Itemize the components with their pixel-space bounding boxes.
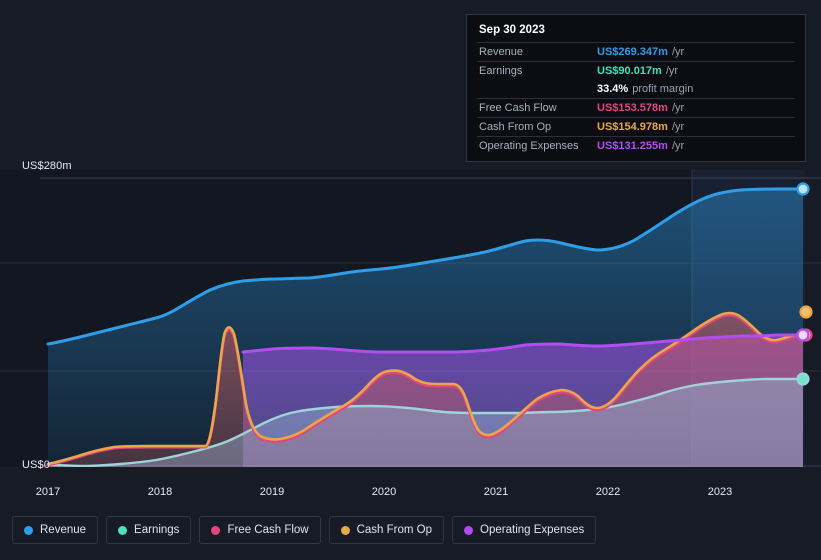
x-tick-2021: 2021 — [483, 486, 509, 498]
cash-from-op-endpoint-marker — [799, 305, 813, 319]
tooltip-label-operating-expenses: Operating Expenses — [479, 140, 579, 152]
tooltip-label-free-cash-flow: Free Cash Flow — [479, 102, 557, 114]
legend-label-free-cash-flow: Free Cash Flow — [227, 524, 309, 536]
operating-expenses-endpoint-marker — [796, 328, 810, 342]
tooltip-value-revenue: US$269.347m — [597, 46, 668, 58]
x-tick-2017: 2017 — [35, 486, 61, 498]
financial-chart-widget: US$280m US$0 2017 2018 2019 2020 2021 20… — [0, 0, 821, 560]
tooltip-unit-revenue: /yr — [671, 46, 685, 58]
operating-expenses-color-dot-icon — [464, 525, 474, 535]
x-tick-2018: 2018 — [147, 486, 173, 498]
legend-label-cash-from-op: Cash From Op — [356, 524, 433, 536]
x-tick-2019: 2019 — [259, 486, 285, 498]
tooltip-row-earnings: Earnings US$90.017m /yr — [477, 61, 795, 80]
legend-item-revenue[interactable]: Revenue — [12, 516, 99, 544]
tooltip-label-revenue: Revenue — [479, 46, 524, 58]
legend-item-operating-expenses[interactable]: Operating Expenses — [452, 516, 597, 544]
legend-item-cash-from-op[interactable]: Cash From Op — [328, 516, 445, 544]
chart-tooltip: Sep 30 2023 Revenue US$269.347m /yr Earn… — [466, 14, 806, 162]
legend-label-earnings: Earnings — [134, 524, 180, 536]
legend-label-revenue: Revenue — [40, 524, 87, 536]
legend-label-operating-expenses: Operating Expenses — [480, 524, 585, 536]
tooltip-date: Sep 30 2023 — [479, 24, 545, 36]
tooltip-value-cash-from-op: US$154.978m — [597, 121, 668, 133]
tooltip-label-cash-from-op: Cash From Op — [479, 121, 552, 133]
legend-item-free-cash-flow[interactable]: Free Cash Flow — [199, 516, 321, 544]
cash-from-op-color-dot-icon — [340, 525, 350, 535]
tooltip-row-profit-margin: 33.4% profit margin — [477, 80, 795, 98]
free-cash-flow-color-dot-icon — [211, 525, 221, 535]
earnings-color-dot-icon — [118, 525, 128, 535]
tooltip-value-free-cash-flow: US$153.578m — [597, 102, 668, 114]
tooltip-value-earnings: US$90.017m — [597, 65, 662, 77]
revenue-endpoint-marker — [796, 182, 810, 196]
y-axis-zero-label: US$0 — [22, 459, 50, 471]
tooltip-row-free-cash-flow: Free Cash Flow US$153.578m /yr — [477, 98, 795, 117]
revenue-color-dot-icon — [24, 525, 33, 535]
tooltip-unit-cash-from-op: /yr — [671, 121, 685, 133]
x-tick-2023: 2023 — [707, 486, 733, 498]
tooltip-label-earnings: Earnings — [479, 65, 523, 77]
chart-legend: Revenue Earnings Free Cash Flow Cash Fro… — [12, 516, 597, 544]
x-tick-2020: 2020 — [371, 486, 397, 498]
y-axis-top-label: US$280m — [22, 160, 72, 172]
tooltip-unit-operating-expenses: /yr — [671, 140, 685, 152]
earnings-endpoint-marker — [796, 372, 810, 386]
tooltip-row-revenue: Revenue US$269.347m /yr — [477, 42, 795, 61]
tooltip-value-operating-expenses: US$131.255m — [597, 140, 668, 152]
x-tick-2022: 2022 — [595, 486, 621, 498]
tooltip-caption-profit-margin: profit margin — [632, 83, 694, 95]
tooltip-unit-earnings: /yr — [665, 65, 679, 77]
tooltip-row-operating-expenses: Operating Expenses US$131.255m /yr — [477, 136, 795, 155]
legend-item-earnings[interactable]: Earnings — [106, 516, 192, 544]
tooltip-row-cash-from-op: Cash From Op US$154.978m /yr — [477, 117, 795, 136]
tooltip-value-profit-margin: 33.4% — [597, 83, 629, 95]
tooltip-unit-free-cash-flow: /yr — [671, 102, 685, 114]
